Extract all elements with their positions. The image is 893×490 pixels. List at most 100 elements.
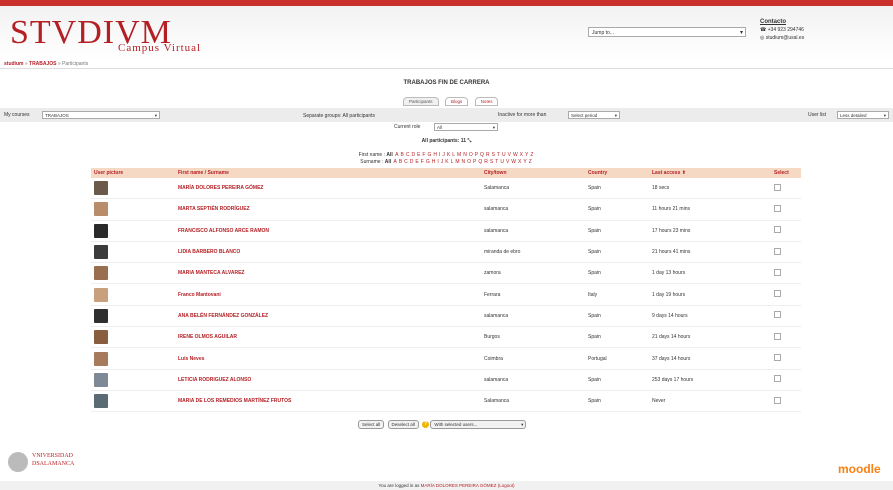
avatar[interactable] bbox=[94, 245, 108, 260]
select-checkbox[interactable] bbox=[774, 290, 781, 298]
header-city[interactable]: City/town bbox=[481, 168, 585, 178]
surname-letter-link[interactable]: Y bbox=[523, 159, 526, 165]
surname-letter-link[interactable]: E bbox=[415, 159, 418, 165]
surname-letter-link[interactable]: J bbox=[441, 159, 444, 165]
first-name-letter-link[interactable]: V bbox=[508, 152, 511, 158]
surname-letter-link[interactable]: C bbox=[404, 159, 408, 165]
participant-name-link[interactable]: LETICIA RODRIGUEZ ALONSO bbox=[178, 377, 251, 383]
select-all-button[interactable]: Select all bbox=[358, 420, 385, 429]
first-name-letter-link[interactable]: H bbox=[433, 152, 437, 158]
university-logo[interactable]: VNIVERSIDAD DSALAMANCA bbox=[32, 452, 74, 468]
tab-blogs[interactable]: Blogs bbox=[444, 97, 469, 106]
surname-all[interactable]: All bbox=[385, 159, 391, 165]
jump-to-select[interactable]: Jump to... ▾ bbox=[588, 27, 746, 37]
select-checkbox[interactable] bbox=[774, 354, 781, 362]
participant-name-link[interactable]: MARIA MANTECA ALVAREZ bbox=[178, 270, 244, 276]
participant-name-link[interactable]: MARÍA DOLORES PEREIRA GÓMEZ bbox=[178, 185, 263, 191]
avatar[interactable] bbox=[94, 181, 108, 196]
surname-letter-link[interactable]: I bbox=[437, 159, 438, 165]
avatar[interactable] bbox=[94, 287, 108, 302]
avatar[interactable] bbox=[94, 351, 108, 366]
contact-title[interactable]: Contacto bbox=[760, 18, 804, 26]
first-name-letter-link[interactable]: I bbox=[439, 152, 440, 158]
first-name-letter-link[interactable]: R bbox=[486, 152, 490, 158]
first-name-letter-link[interactable]: N bbox=[463, 152, 467, 158]
avatar[interactable] bbox=[94, 308, 108, 323]
first-name-letter-link[interactable]: F bbox=[422, 152, 425, 158]
inactive-period-select[interactable]: Select period ▾ bbox=[568, 111, 620, 119]
role-select[interactable]: All ▾ bbox=[434, 123, 498, 131]
participant-name-link[interactable]: MARIA DE LOS REMEDIOS MARTÍNEZ FRUTOS bbox=[178, 398, 291, 404]
surname-letter-link[interactable]: P bbox=[473, 159, 476, 165]
select-checkbox[interactable] bbox=[774, 247, 781, 255]
surname-letter-link[interactable]: L bbox=[451, 159, 454, 165]
tab-participants[interactable]: Participants bbox=[403, 97, 439, 106]
participant-name-link[interactable]: Luis Neves bbox=[178, 356, 204, 362]
surname-letter-link[interactable]: V bbox=[506, 159, 509, 165]
surname-letter-link[interactable]: Q bbox=[478, 159, 482, 165]
surname-letter-link[interactable]: W bbox=[511, 159, 516, 165]
surname-letter-link[interactable]: R bbox=[484, 159, 488, 165]
first-name-letter-link[interactable]: D bbox=[411, 152, 415, 158]
surname-letter-link[interactable]: Z bbox=[529, 159, 532, 165]
header-country[interactable]: Country bbox=[585, 168, 649, 178]
first-name-letter-link[interactable]: K bbox=[447, 152, 450, 158]
moodle-logo[interactable]: moodle bbox=[838, 462, 881, 476]
surname-letter-link[interactable]: S bbox=[490, 159, 493, 165]
first-name-letter-link[interactable]: C bbox=[406, 152, 410, 158]
surname-letter-link[interactable]: M bbox=[455, 159, 459, 165]
avatar[interactable] bbox=[94, 372, 108, 387]
tab-notes[interactable]: Notes bbox=[474, 97, 499, 106]
first-name-letter-link[interactable]: U bbox=[502, 152, 506, 158]
first-name-letter-link[interactable]: E bbox=[417, 152, 420, 158]
select-checkbox[interactable] bbox=[774, 311, 781, 319]
breadcrumb-course[interactable]: TRABAJOS bbox=[29, 61, 57, 67]
surname-letter-link[interactable]: O bbox=[467, 159, 471, 165]
header-name[interactable]: First name / Surname bbox=[175, 168, 481, 178]
first-name-letter-link[interactable]: A bbox=[395, 152, 398, 158]
deselect-all-button[interactable]: Deselect all bbox=[387, 420, 419, 429]
contact-email[interactable]: studium@usal.es bbox=[766, 35, 804, 41]
first-name-letter-link[interactable]: P bbox=[475, 152, 478, 158]
participant-name-link[interactable]: FRANCISCO ALFONSO ARCE RAMON bbox=[178, 228, 269, 234]
participant-name-link[interactable]: LIDIA BARBERO BLANCO bbox=[178, 249, 240, 255]
participant-name-link[interactable]: IRENE OLMOS AGUILAR bbox=[178, 334, 237, 340]
surname-letter-link[interactable]: U bbox=[500, 159, 504, 165]
surname-letter-link[interactable]: F bbox=[421, 159, 424, 165]
surname-letter-link[interactable]: D bbox=[410, 159, 414, 165]
surname-letter-link[interactable]: T bbox=[495, 159, 498, 165]
surname-letter-link[interactable]: X bbox=[518, 159, 521, 165]
logged-user-link[interactable]: MARÍA DOLORES PEREIRA GÓMEZ bbox=[421, 483, 497, 488]
first-name-letter-link[interactable]: B bbox=[400, 152, 403, 158]
surname-letter-link[interactable]: H bbox=[432, 159, 436, 165]
first-name-letter-link[interactable]: T bbox=[497, 152, 500, 158]
avatar[interactable] bbox=[94, 202, 108, 217]
surname-letter-link[interactable]: K bbox=[445, 159, 448, 165]
select-checkbox[interactable] bbox=[774, 183, 781, 191]
participant-name-link[interactable]: MARTA SEPTIÉN RODRÍGUEZ bbox=[178, 206, 250, 212]
select-checkbox[interactable] bbox=[774, 268, 781, 276]
first-name-letter-link[interactable]: L bbox=[452, 152, 455, 158]
surname-letter-link[interactable]: G bbox=[426, 159, 430, 165]
first-name-letter-link[interactable]: M bbox=[457, 152, 461, 158]
first-name-letter-link[interactable]: J bbox=[442, 152, 445, 158]
surname-letter-link[interactable]: B bbox=[399, 159, 402, 165]
select-checkbox[interactable] bbox=[774, 396, 781, 404]
participant-name-link[interactable]: ANA BELÉN FERNÁNDEZ GONZÁLEZ bbox=[178, 313, 268, 319]
select-checkbox[interactable] bbox=[774, 332, 781, 340]
first-name-letter-link[interactable]: O bbox=[469, 152, 473, 158]
avatar[interactable] bbox=[94, 330, 108, 345]
header-last-access[interactable]: Last access ⬆ bbox=[649, 168, 771, 178]
help-icon[interactable]: ? bbox=[422, 421, 430, 429]
surname-letter-link[interactable]: N bbox=[462, 159, 466, 165]
my-courses-select[interactable]: TRABAJOS ▾ bbox=[42, 111, 160, 119]
select-checkbox[interactable] bbox=[774, 226, 781, 234]
user-list-select[interactable]: Less detailed ▾ bbox=[837, 111, 889, 119]
first-name-all[interactable]: All bbox=[386, 152, 392, 158]
collapse-icon[interactable]: ⤡ bbox=[467, 138, 471, 144]
with-selected-select[interactable]: With selected users... ▾ bbox=[430, 420, 527, 429]
avatar[interactable] bbox=[94, 394, 108, 409]
first-name-letter-link[interactable]: S bbox=[492, 152, 495, 158]
select-checkbox[interactable] bbox=[774, 375, 781, 383]
first-name-letter-link[interactable]: G bbox=[427, 152, 431, 158]
